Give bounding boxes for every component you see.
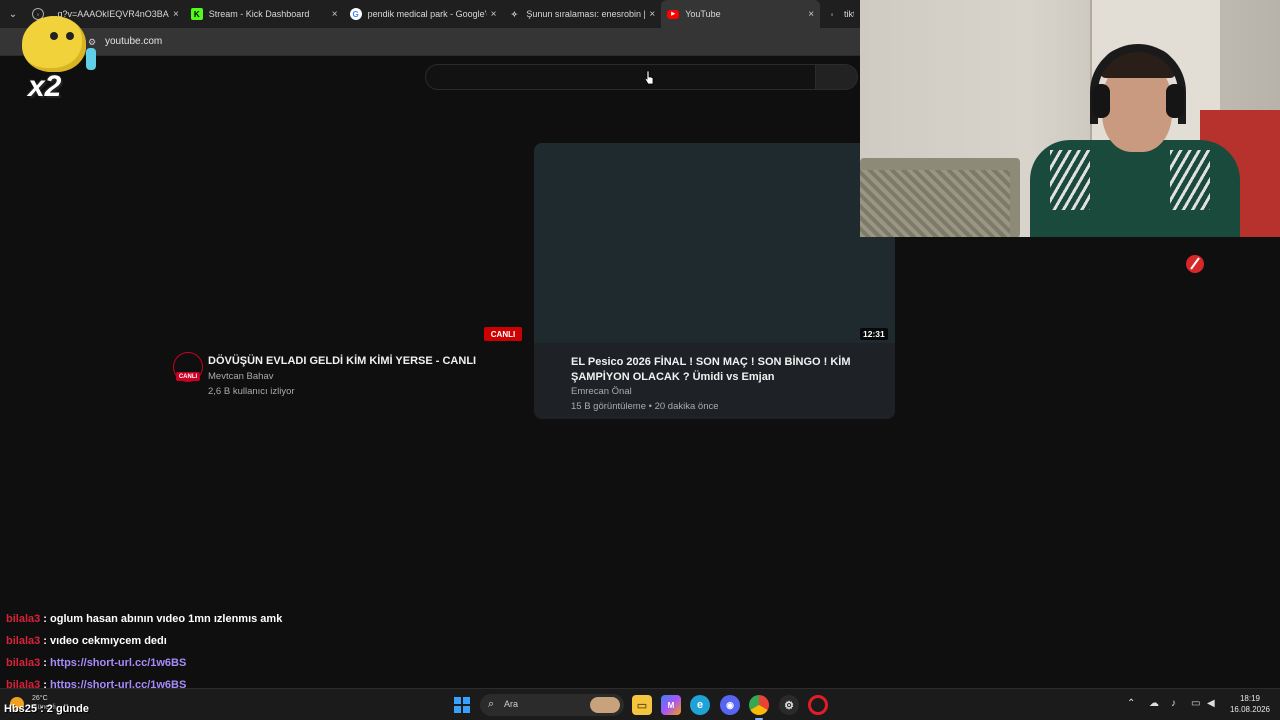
tiktok-icon: ◦ bbox=[830, 9, 834, 19]
close-tab-icon[interactable]: × bbox=[649, 9, 655, 20]
webcam-overlay bbox=[860, 0, 1280, 237]
volume-icon[interactable]: ◀ bbox=[1207, 698, 1215, 709]
chat-username: bilala3 bbox=[6, 657, 41, 669]
live-badge: CANLI bbox=[484, 327, 522, 341]
chat-separator: : bbox=[40, 613, 51, 625]
close-tab-icon[interactable]: × bbox=[808, 9, 814, 20]
channel-name[interactable]: Mevtcan Bahav bbox=[208, 371, 273, 382]
google-icon: G bbox=[349, 8, 362, 20]
close-tab-icon[interactable]: × bbox=[173, 9, 179, 20]
emote-sticker: x2 bbox=[8, 10, 98, 103]
hand-cursor-icon bbox=[644, 70, 654, 85]
steam-icon[interactable]: ⚙ bbox=[779, 695, 799, 715]
video-title[interactable]: DÖVÜŞÜN EVLADI GELDİ KİM KİMİ YERSE - CA… bbox=[208, 355, 476, 367]
browser-tab-3[interactable]: G pendik medical park - Google'd × bbox=[344, 0, 503, 28]
tab-title: tikto bbox=[844, 9, 854, 19]
browser-tab-4[interactable]: ✧ Şunun sıralaması: enesrobin | Ya × bbox=[502, 0, 661, 28]
tab-title: pendik medical park - Google'd bbox=[367, 9, 487, 19]
settings-icon: ✧ bbox=[511, 9, 518, 19]
windows-start-icon[interactable] bbox=[454, 697, 470, 713]
sticker-eye bbox=[50, 32, 58, 40]
stream-overlay-text: Hbs25 : 2 günde bbox=[4, 703, 89, 715]
browser-tab-youtube[interactable]: ▶ YouTube × bbox=[661, 0, 821, 28]
edge-icon[interactable]: e bbox=[690, 695, 710, 715]
browser-tab-6[interactable]: ◦ tikto bbox=[820, 0, 860, 28]
system-clock[interactable]: 18:19 16.08.2026 bbox=[1224, 693, 1276, 715]
browser-tab-2[interactable]: K Stream - Kick Dashboard × bbox=[185, 0, 344, 28]
video-duration: 12:31 bbox=[860, 328, 888, 340]
close-tab-icon[interactable]: × bbox=[491, 9, 497, 20]
chat-text: vıdeo cekmıycem dedı bbox=[50, 635, 167, 647]
video-thumbnail[interactable] bbox=[534, 143, 895, 343]
video-title[interactable]: EL Pesico 2026 FİNAL ! SON MAÇ ! SON BİN… bbox=[571, 355, 851, 385]
mic-icon[interactable]: ♪ bbox=[1171, 698, 1176, 709]
webcam-blanket bbox=[860, 170, 1010, 237]
display-icon[interactable]: ▭ bbox=[1191, 698, 1200, 709]
chat-link[interactable]: https://short-url.cc/1w6BS bbox=[50, 657, 186, 669]
chat-message: bilala3 : https://short-url.cc/1w6BS bbox=[6, 657, 506, 679]
chat-separator: : bbox=[40, 635, 51, 647]
headset-earcup bbox=[1166, 84, 1184, 118]
video-meta: 15 B görüntüleme • 20 dakika önce bbox=[571, 401, 719, 412]
browser-tab-strip: ⌄ ◦ ...q?v=AAAOkIEQVR4nO3BAQ × K Stream … bbox=[0, 0, 860, 28]
youtube-search-input[interactable] bbox=[425, 64, 816, 90]
webcam-jersey-stripes bbox=[1050, 150, 1090, 210]
webcam-jersey-stripes bbox=[1170, 150, 1210, 210]
opera-icon[interactable] bbox=[808, 695, 828, 715]
search-highlight-image bbox=[590, 697, 620, 713]
sticker-eye bbox=[66, 32, 74, 40]
sticker-multiplier: x2 bbox=[28, 70, 62, 103]
weather-temperature[interactable]: 26°C bbox=[32, 695, 48, 702]
discord-icon[interactable]: ◉ bbox=[720, 695, 740, 715]
taskbar-search-label: Ara bbox=[504, 699, 519, 709]
tab-title: YouTube bbox=[685, 9, 721, 19]
clock-date: 16.08.2026 bbox=[1229, 705, 1271, 714]
sticker-ear bbox=[86, 48, 96, 70]
chat-text: oglum hasan abının vıdeo 1mn ızlenmıs am… bbox=[50, 613, 283, 625]
address-bar[interactable]: ⚙ youtube.com bbox=[0, 28, 860, 56]
avatar-live-badge: CANLI bbox=[176, 372, 200, 381]
kick-icon: K bbox=[190, 8, 203, 20]
sticker-face bbox=[22, 16, 86, 72]
file-explorer-icon[interactable]: ▭ bbox=[632, 695, 652, 715]
overlay-logo-icon bbox=[1186, 255, 1204, 273]
chat-username: bilala3 bbox=[6, 613, 41, 625]
chevron-up-icon[interactable]: ⌃ bbox=[1127, 698, 1135, 709]
clock-time: 18:19 bbox=[1239, 694, 1261, 703]
headset-earcup bbox=[1092, 84, 1110, 118]
network-icon[interactable]: ☁ bbox=[1149, 698, 1159, 709]
screen: ⌄ ◦ ...q?v=AAAOkIEQVR4nO3BAQ × K Stream … bbox=[0, 0, 1280, 720]
tab-title: Stream - Kick Dashboard bbox=[208, 9, 310, 19]
windows-taskbar: 26°C Güneşli Hbs25 : 2 günde ⌕ Ara ▭ M e… bbox=[0, 688, 1280, 720]
chrome-icon[interactable] bbox=[749, 695, 769, 720]
video-meta: 2,6 B kullanıcı izliyor bbox=[208, 386, 295, 397]
address-text[interactable]: youtube.com bbox=[105, 36, 162, 47]
taskbar-search[interactable]: ⌕ Ara bbox=[480, 694, 624, 716]
m365-icon[interactable]: M bbox=[661, 695, 681, 715]
youtube-icon: ▶ bbox=[667, 9, 680, 19]
channel-name[interactable]: Emrecan Önal bbox=[571, 386, 632, 397]
tab-title: Şunun sıralaması: enesrobin | Ya bbox=[526, 9, 646, 19]
chat-username: bilala3 bbox=[6, 635, 41, 647]
close-tab-icon[interactable]: × bbox=[332, 9, 338, 20]
chat-message: bilala3 : vıdeo cekmıycem dedı bbox=[6, 635, 506, 657]
chat-message: bilala3 : oglum hasan abının vıdeo 1mn ı… bbox=[6, 613, 506, 635]
youtube-search-button[interactable] bbox=[816, 64, 858, 90]
search-icon: ⌕ bbox=[488, 698, 495, 710]
chat-separator: : bbox=[40, 657, 51, 669]
